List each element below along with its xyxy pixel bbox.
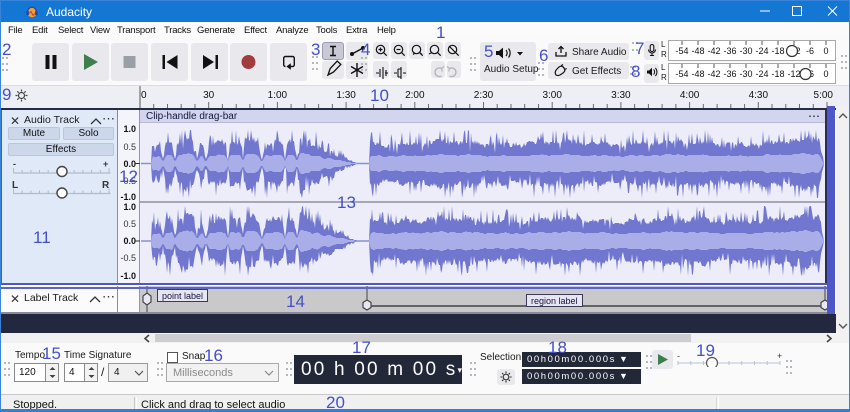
svg-text:0: 0 [823,69,828,79]
svg-text:-48: -48 [691,46,704,56]
svg-text:-30: -30 [739,69,752,79]
svg-text:-18: -18 [771,69,784,79]
svg-text:-42: -42 [707,46,720,56]
svg-text:-24: -24 [755,46,768,56]
svg-text:-24: -24 [755,69,768,79]
svg-text:-6: -6 [806,46,814,56]
svg-text:-54: -54 [675,69,688,79]
svg-text:-36: -36 [723,46,736,56]
svg-text:-48: -48 [691,69,704,79]
svg-text:-: - [13,160,16,169]
svg-text:-36: -36 [723,69,736,79]
svg-text:-30: -30 [739,46,752,56]
svg-text:L: L [12,180,18,191]
svg-text:-12: -12 [787,69,800,79]
svg-text:+: + [103,160,108,169]
svg-text:-: - [677,353,680,361]
svg-text:+: + [777,353,782,361]
svg-text:-42: -42 [707,69,720,79]
svg-text:-18: -18 [771,46,784,56]
svg-text:-54: -54 [675,46,688,56]
svg-text:0: 0 [823,46,828,56]
